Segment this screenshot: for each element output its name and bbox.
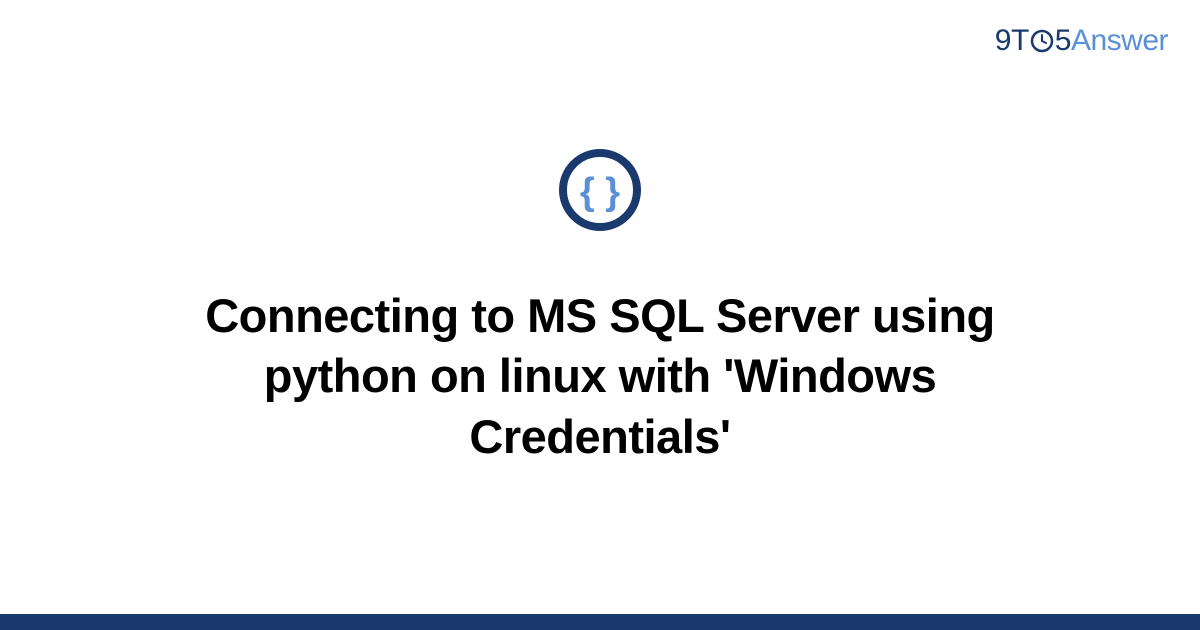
bottom-accent-bar: [0, 614, 1200, 630]
curly-braces-icon: { }: [557, 147, 643, 238]
svg-text:{ }: { }: [580, 171, 620, 213]
page-title: Connecting to MS SQL Server using python…: [150, 286, 1050, 466]
main-content: { } Connecting to MS SQL Server using py…: [0, 0, 1200, 614]
